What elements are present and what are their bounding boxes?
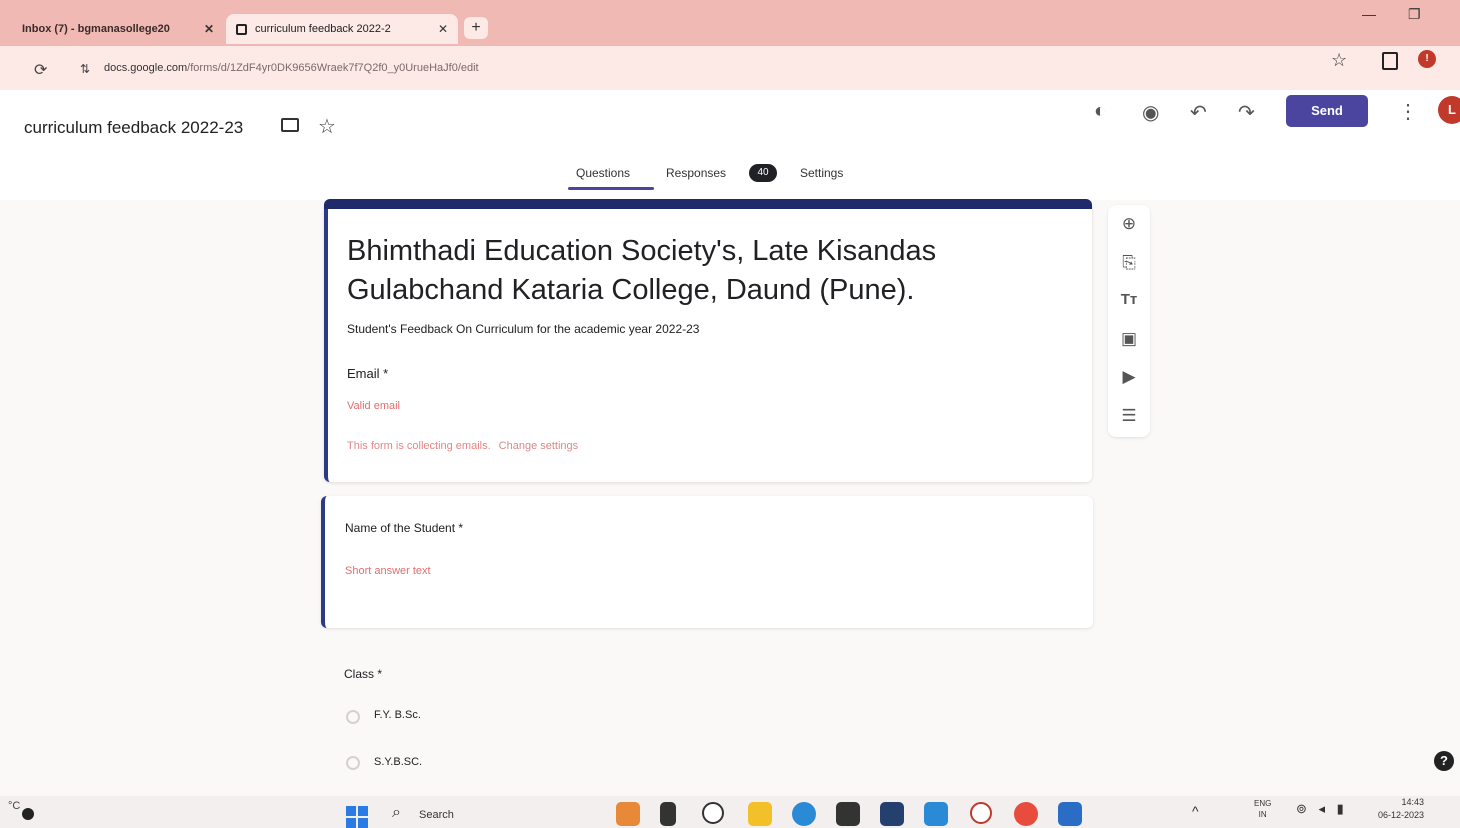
option-label[interactable]: F.Y. B.Sc. xyxy=(374,709,421,721)
restore-icon[interactable]: ❐ xyxy=(1408,6,1421,23)
add-video-icon[interactable]: ▶ xyxy=(1118,367,1140,387)
send-button[interactable]: Send xyxy=(1286,95,1368,127)
option-label[interactable]: S.Y.B.SC. xyxy=(374,756,422,768)
windows-start-icon[interactable] xyxy=(346,806,368,828)
url-host: docs.google.com xyxy=(104,62,188,74)
redo-icon[interactable]: ↷ xyxy=(1238,100,1255,125)
weather-icon[interactable] xyxy=(22,808,34,820)
question-card-name[interactable] xyxy=(321,496,1093,628)
import-questions-icon[interactable]: ⎘ xyxy=(1118,253,1140,273)
site-info-icon[interactable]: ⇅ xyxy=(80,62,90,76)
bookmark-star-icon[interactable]: ☆ xyxy=(1331,50,1347,71)
edge-browser-icon[interactable] xyxy=(792,802,816,826)
chrome-browser-icon[interactable] xyxy=(1014,802,1038,826)
reload-icon[interactable]: ⟳ xyxy=(34,60,47,80)
clock-date: 06-12-2023 xyxy=(1378,810,1425,820)
url-path: /forms/d/1ZdF4yr0DK9656Wraek7f7Q2f0_y0Ur… xyxy=(187,62,479,74)
document-title[interactable]: curriculum feedback 2022-23 xyxy=(24,118,243,138)
settings-gear-icon[interactable] xyxy=(970,802,992,824)
clock-time: 14:43 xyxy=(1401,797,1425,807)
collecting-emails-note: This form is collecting emails. Change se… xyxy=(347,440,578,452)
tray-chevron-up-icon[interactable]: ^ xyxy=(1192,803,1199,819)
tab-responses[interactable]: Responses xyxy=(666,166,726,180)
form-description[interactable]: Student's Feedback On Curriculum for the… xyxy=(347,322,699,336)
form-title[interactable]: Bhimthadi Education Society's, Late Kisa… xyxy=(347,232,1047,310)
change-settings-link[interactable]: Change settings xyxy=(499,440,579,452)
taskbar-search-label[interactable]: Search xyxy=(419,809,454,821)
palette-icon[interactable]: ◐ xyxy=(1094,100,1106,123)
language-indicator[interactable]: ENG IN xyxy=(1254,798,1271,820)
move-to-folder-icon[interactable] xyxy=(281,118,299,132)
new-tab-button[interactable]: + xyxy=(464,17,488,39)
email-field: Valid email xyxy=(347,400,400,412)
tab-title: Inbox (7) - bgmanasollege20 xyxy=(22,23,170,35)
word-app-icon[interactable] xyxy=(1058,802,1082,826)
system-tray-icons[interactable]: ⊚ ◂ ▮ xyxy=(1296,801,1348,817)
taskbar-clock[interactable]: 14:43 06-12-2023 xyxy=(1378,796,1424,822)
taskbar-app-icon[interactable] xyxy=(660,802,676,826)
undo-icon[interactable]: ↶ xyxy=(1190,100,1207,125)
email-question-label: Email * xyxy=(347,366,389,381)
question-title[interactable]: Class * xyxy=(344,667,382,681)
weather-temp[interactable]: °C xyxy=(8,800,20,812)
taskbar-app-icon[interactable] xyxy=(616,802,640,826)
windows-taskbar xyxy=(0,796,1460,828)
add-title-icon[interactable]: Tт xyxy=(1118,291,1140,308)
question-title[interactable]: Name of the Student * xyxy=(345,521,463,535)
file-explorer-icon[interactable] xyxy=(748,802,772,826)
minimize-icon[interactable]: — xyxy=(1362,6,1376,22)
tab-title: curriculum feedback 2022-2 xyxy=(255,23,391,35)
add-question-icon[interactable]: ⊕ xyxy=(1118,214,1140,234)
avatar[interactable]: L xyxy=(1438,96,1460,124)
forms-favicon-icon xyxy=(236,23,247,35)
add-image-icon[interactable]: ▣ xyxy=(1118,329,1140,349)
help-icon[interactable]: ? xyxy=(1434,751,1454,771)
browser-tab-form[interactable]: curriculum feedback 2022-2 ✕ xyxy=(226,14,458,44)
close-icon[interactable]: ✕ xyxy=(204,22,214,36)
close-icon[interactable]: ✕ xyxy=(438,22,448,36)
question-toolbar xyxy=(1108,205,1150,437)
preview-eye-icon[interactable]: ◉ xyxy=(1142,100,1159,125)
collecting-emails-text: This form is collecting emails. xyxy=(347,440,491,452)
star-icon[interactable]: ☆ xyxy=(318,114,336,139)
extensions-icon[interactable] xyxy=(1382,52,1398,70)
url-field[interactable]: docs.google.com/forms/d/1ZdF4yr0DK9656Wr… xyxy=(104,62,479,74)
browser-tab-inbox[interactable]: Inbox (7) - bgmanasollege20 ✕ xyxy=(12,14,224,44)
add-section-icon[interactable]: ☰ xyxy=(1118,406,1140,426)
language-region: IN xyxy=(1258,810,1267,819)
active-tab-indicator xyxy=(568,187,654,190)
chat-icon[interactable] xyxy=(702,802,724,824)
form-header-band xyxy=(324,199,1092,209)
radio-option[interactable] xyxy=(346,756,360,770)
short-answer-field: Short answer text xyxy=(345,565,431,577)
tab-questions[interactable]: Questions xyxy=(576,166,630,180)
browser-profile-icon[interactable]: ! xyxy=(1418,50,1436,68)
tab-settings[interactable]: Settings xyxy=(800,166,843,180)
taskbar-app-icon[interactable] xyxy=(880,802,904,826)
search-icon[interactable]: ⌕ xyxy=(392,804,401,822)
store-icon[interactable] xyxy=(836,802,860,826)
more-options-icon[interactable]: ⋮ xyxy=(1398,99,1418,124)
language-code: ENG xyxy=(1254,799,1272,808)
responses-count-badge: 40 xyxy=(749,164,777,182)
taskbar-app-icon[interactable] xyxy=(924,802,948,826)
radio-option[interactable] xyxy=(346,710,360,724)
